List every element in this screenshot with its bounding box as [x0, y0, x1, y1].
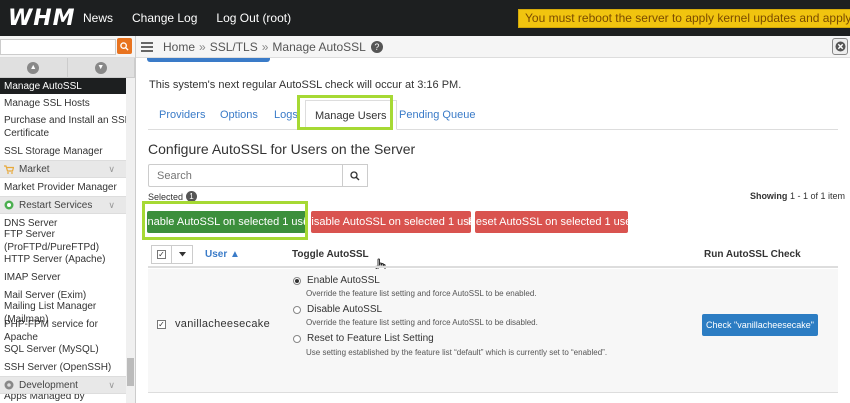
sidebar-item-manage-ssl-hosts[interactable]: Manage SSL Hosts — [0, 94, 135, 112]
sidebar-scrollbar-thumb[interactable] — [127, 358, 134, 386]
checkbox-checked-icon: ✓ — [157, 249, 167, 259]
user-search-button[interactable] — [343, 164, 368, 187]
help-icon[interactable]: ? — [370, 40, 383, 53]
reset-autossl-button[interactable]: Reset AutoSSL on selected 1 user — [468, 211, 635, 233]
tab-providers[interactable]: Providers — [150, 100, 214, 130]
radio-unselected-icon — [293, 334, 301, 343]
sidebar-collapse-row: ▲ ▼ — [0, 58, 135, 78]
sidebar-category-label: Restart Services — [19, 199, 93, 211]
sidebar: ▲ ▼ Manage AutoSSL Manage SSL Hosts Purc… — [0, 36, 136, 403]
user-search-input[interactable] — [148, 164, 343, 187]
sidebar-category-restart[interactable]: Restart Services ∨ — [0, 196, 135, 214]
main-content: This system's next regular AutoSSL check… — [136, 58, 850, 403]
section-title: Configure AutoSSL for Users on the Serve… — [148, 141, 416, 157]
selected-label: Selected — [148, 191, 184, 202]
column-header-run-check: Run AutoSSL Check — [704, 249, 801, 260]
chevron-up-icon: ▲ — [27, 61, 40, 74]
radio-unselected-icon — [293, 305, 301, 314]
sidebar-item-phpfpm[interactable]: PHP-FPM service for Apache — [0, 319, 135, 343]
menu-icon[interactable] — [141, 40, 153, 54]
top-action-button[interactable] — [147, 58, 270, 62]
top-nav: News Change Log Log Out (root) — [78, 11, 310, 25]
select-all-checkbox[interactable]: ✓ — [152, 246, 173, 263]
sidebar-category-label: Market — [19, 163, 50, 175]
sidebar-expand-down-button[interactable]: ▼ — [68, 58, 135, 77]
row-select-checkbox[interactable]: ✓ — [157, 320, 166, 329]
select-options-toggle[interactable] — [172, 246, 192, 263]
sidebar-item-appconfig[interactable]: Apps Managed by AppConfig — [0, 391, 135, 403]
option-description: Override the feature list setting and fo… — [306, 318, 538, 327]
nav-logout-link[interactable]: Log Out (root) — [216, 11, 291, 25]
cart-icon — [4, 164, 14, 174]
radio-label: Reset to Feature List Setting — [307, 333, 434, 344]
button-highlight-box — [142, 201, 308, 240]
option-description: Use setting established by the feature l… — [306, 348, 608, 357]
sidebar-scrollbar[interactable] — [126, 78, 135, 403]
showing-prefix: Showing — [749, 191, 788, 201]
breadcrumb-ssl-tls[interactable]: SSL/TLS — [210, 40, 258, 54]
restart-icon — [4, 200, 14, 210]
search-icon — [350, 170, 360, 180]
disable-autossl-button[interactable]: Disable AutoSSL on selected 1 user — [303, 211, 479, 233]
next-check-text: This system's next regular AutoSSL check… — [149, 79, 462, 91]
table-header: ✓ User ▲ Toggle AutoSSL Run AutoSSL Chec… — [148, 242, 838, 268]
chevron-down-icon: ∨ — [108, 163, 115, 174]
reboot-notice[interactable]: You must reboot the server to apply kern… — [518, 9, 850, 28]
caret-down-icon — [178, 252, 186, 257]
breadcrumb-separator-icon: » — [261, 39, 269, 54]
sidebar-item-manage-autossl[interactable]: Manage AutoSSL — [0, 78, 135, 94]
sidebar-item-ftp[interactable]: FTP Server (ProFTPd/PureFTPd) — [0, 229, 135, 253]
sidebar-search-row — [0, 36, 135, 58]
development-icon — [4, 380, 14, 390]
sidebar-search-button[interactable] — [117, 38, 132, 54]
showing-count: Showing 1 - 1 of 1 item — [750, 191, 845, 201]
showing-range: 1 - 1 — [789, 191, 808, 201]
sidebar-category-market[interactable]: Market ∨ — [0, 160, 135, 178]
radio-label: Disable AutoSSL — [307, 304, 383, 315]
tab-bar: Providers Options Logs Manage Users Pend… — [148, 100, 838, 130]
tab-highlight-box — [297, 95, 393, 130]
whm-logo[interactable]: WHM — [0, 6, 78, 31]
row-username: vanillacheesecake — [175, 318, 270, 330]
sidebar-item-ssl-storage[interactable]: SSL Storage Manager — [0, 142, 135, 160]
sidebar-item-market-provider[interactable]: Market Provider Manager — [0, 178, 135, 196]
radio-selected-icon — [293, 276, 301, 285]
sidebar-search-input[interactable] — [0, 39, 116, 55]
radio-disable-autossl[interactable]: Disable AutoSSL — [293, 304, 382, 315]
sidebar-item-ssh[interactable]: SSH Server (OpenSSH) — [0, 358, 135, 376]
tab-pending-queue[interactable]: Pending Queue — [390, 100, 484, 130]
option-description: Override the feature list setting and fo… — [306, 289, 537, 298]
radio-enable-autossl[interactable]: Enable AutoSSL — [293, 275, 380, 286]
nav-news-link[interactable]: News — [83, 11, 113, 25]
breadcrumb-home[interactable]: Home — [163, 40, 195, 54]
sidebar-expand-up-button[interactable]: ▲ — [0, 58, 68, 77]
sidebar-category-development[interactable]: Development ∨ — [0, 376, 135, 394]
chevron-down-icon: ∨ — [108, 199, 115, 210]
search-icon — [120, 41, 129, 51]
breadcrumb-separator-icon: » — [199, 39, 206, 54]
sidebar-item-purchase-ssl[interactable]: Purchase and Install an SSL Certificate — [0, 112, 135, 142]
chevron-down-icon: ∨ — [108, 379, 115, 390]
select-all-dropdown[interactable]: ✓ — [151, 245, 193, 264]
close-icon[interactable] — [832, 38, 848, 55]
sidebar-category-label: Development — [19, 379, 78, 391]
breadcrumb-bar: Home » SSL/TLS » Manage AutoSSL ? — [136, 36, 850, 58]
column-header-user[interactable]: User ▲ — [205, 249, 240, 260]
sidebar-item-imap[interactable]: IMAP Server — [0, 268, 135, 286]
radio-label: Enable AutoSSL — [307, 275, 380, 286]
chevron-down-icon: ▼ — [94, 61, 107, 74]
breadcrumb-current: Manage AutoSSL — [272, 39, 366, 54]
nav-changelog-link[interactable]: Change Log — [132, 11, 197, 25]
radio-reset-feature-list[interactable]: Reset to Feature List Setting — [293, 333, 434, 344]
tab-options[interactable]: Options — [211, 100, 267, 130]
column-header-toggle: Toggle AutoSSL — [292, 249, 369, 260]
top-bar: WHM News Change Log Log Out (root) You m… — [0, 0, 850, 36]
run-autossl-check-button[interactable]: Check "vanillacheesecake" — [702, 314, 818, 336]
table-row: ✓ vanillacheesecake Enable AutoSSL Overr… — [148, 269, 838, 393]
showing-suffix: of 1 item — [810, 191, 845, 201]
user-search-group — [148, 164, 368, 187]
